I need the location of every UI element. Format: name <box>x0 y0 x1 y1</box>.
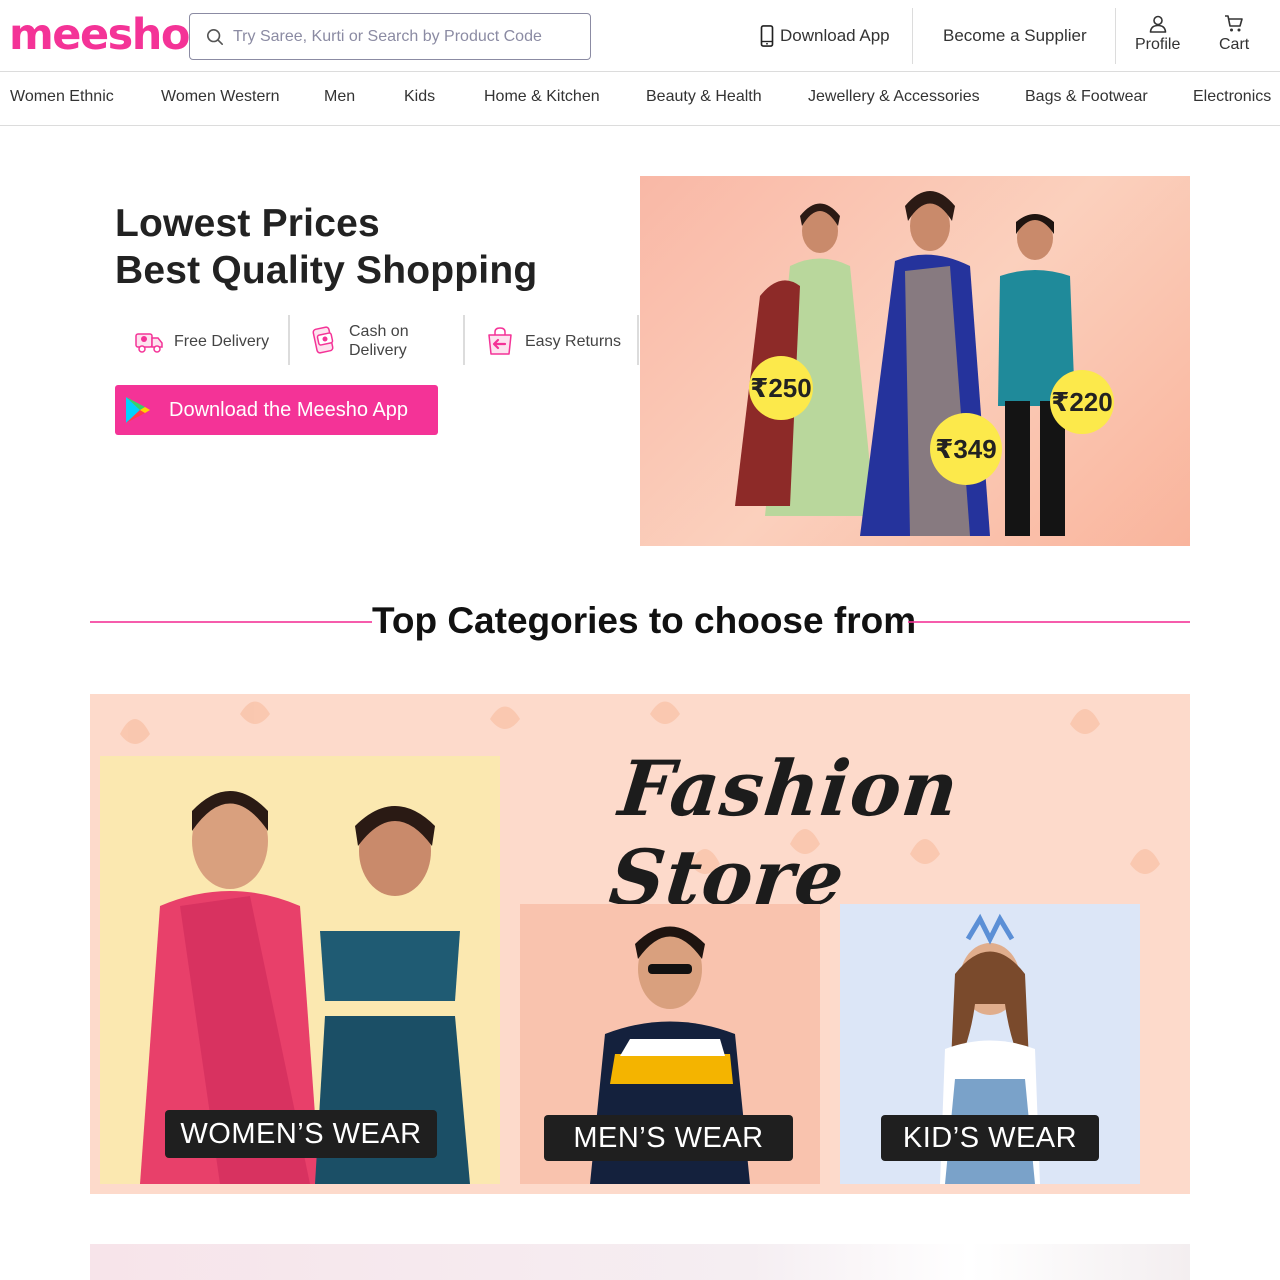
cart-button[interactable]: Cart <box>1219 14 1249 54</box>
heading-rule-right <box>908 621 1190 623</box>
feature-line: Easy Returns <box>525 332 622 350</box>
price-badge: ₹220 <box>1050 370 1114 434</box>
mens-wear-card[interactable]: MEN’S WEAR <box>520 904 820 1184</box>
mens-wear-label: MEN’S WEAR <box>544 1115 793 1161</box>
nav-item-bags-footwear[interactable]: Bags & Footwear <box>1025 73 1148 125</box>
become-supplier-link[interactable]: Become a Supplier <box>943 0 1087 72</box>
meesho-logo[interactable]: meesho <box>9 8 190 62</box>
category-nav: Women Ethnic Women Western Men Kids Home… <box>0 73 1280 126</box>
feature-label: Easy Returns <box>525 332 621 351</box>
cart-icon <box>1225 15 1243 32</box>
profile-button[interactable]: Profile <box>1135 14 1180 54</box>
womens-wear-label: WOMEN’S WEAR <box>165 1110 437 1158</box>
cart-label: Cart <box>1219 36 1250 53</box>
download-meesho-app-button[interactable]: Download the Meesho App <box>115 385 438 435</box>
site-header: meesho Download App Become a Supplier Pr… <box>0 0 1280 72</box>
mobile-phone-icon <box>760 25 774 47</box>
feature-line: Free Delivery <box>174 332 270 350</box>
kids-wear-card[interactable]: KID’S WEAR <box>840 904 1140 1184</box>
nav-item-electronics[interactable]: Electronics <box>1193 73 1271 125</box>
return-bag-icon <box>488 327 512 355</box>
feature-cash-on-delivery: Cash on Delivery <box>308 316 409 366</box>
download-app-label: Download App <box>780 26 890 45</box>
feature-line: Delivery <box>349 342 407 359</box>
google-play-icon <box>126 397 150 423</box>
models-illustration <box>735 191 1075 537</box>
feature-free-delivery: Free Delivery <box>133 316 269 366</box>
feature-label: Cash on Delivery <box>349 322 409 360</box>
feature-line: Cash on <box>349 323 409 340</box>
cash-icon <box>312 326 334 354</box>
fashion-store-title: Fashion Store <box>605 744 964 922</box>
download-button-label: Download the Meesho App <box>169 398 409 421</box>
search-input[interactable] <box>233 27 563 46</box>
feature-label: Free Delivery <box>174 332 269 351</box>
nav-item-kids[interactable]: Kids <box>404 73 435 125</box>
nav-item-women-western[interactable]: Women Western <box>161 73 280 125</box>
user-icon <box>1149 15 1166 33</box>
nav-item-beauty-health[interactable]: Beauty & Health <box>646 73 762 125</box>
search-icon <box>206 28 224 45</box>
price-badge: ₹250 <box>749 356 813 420</box>
heading-rule-left <box>90 621 372 623</box>
feature-divider <box>288 315 290 365</box>
womens-wear-card[interactable]: WOMEN’S WEAR <box>100 756 500 1184</box>
nav-item-home-kitchen[interactable]: Home & Kitchen <box>484 73 600 125</box>
nav-item-jewellery-accessories[interactable]: Jewellery & Accessories <box>808 73 980 125</box>
fashion-store-banner: Fashion Store WOMEN’S WEAR MEN’S WEAR KI… <box>90 694 1190 1194</box>
profile-label: Profile <box>1135 36 1181 53</box>
header-divider <box>912 8 913 64</box>
feature-divider <box>463 315 465 365</box>
feature-easy-returns: Easy Returns <box>484 316 621 366</box>
nav-item-men[interactable]: Men <box>324 73 355 125</box>
header-divider <box>1115 8 1116 64</box>
feature-divider <box>637 315 639 365</box>
price-badge: ₹349 <box>930 413 1002 485</box>
download-app-link[interactable]: Download App <box>759 0 890 72</box>
hero-title-line2: Best Quality Shopping <box>115 249 538 292</box>
next-banner[interactable] <box>90 1244 1190 1280</box>
hero-title: Lowest Prices Best Quality Shopping <box>115 200 537 294</box>
hero-banner-image[interactable]: ₹250 ₹349 ₹220 <box>640 176 1190 546</box>
truck-icon <box>135 333 163 353</box>
kids-wear-label: KID’S WEAR <box>881 1115 1099 1161</box>
hero-title-line1: Lowest Prices <box>115 202 380 245</box>
search-bar[interactable] <box>189 13 591 60</box>
section-heading: Top Categories to choose from <box>372 600 917 641</box>
nav-item-women-ethnic[interactable]: Women Ethnic <box>10 73 114 125</box>
